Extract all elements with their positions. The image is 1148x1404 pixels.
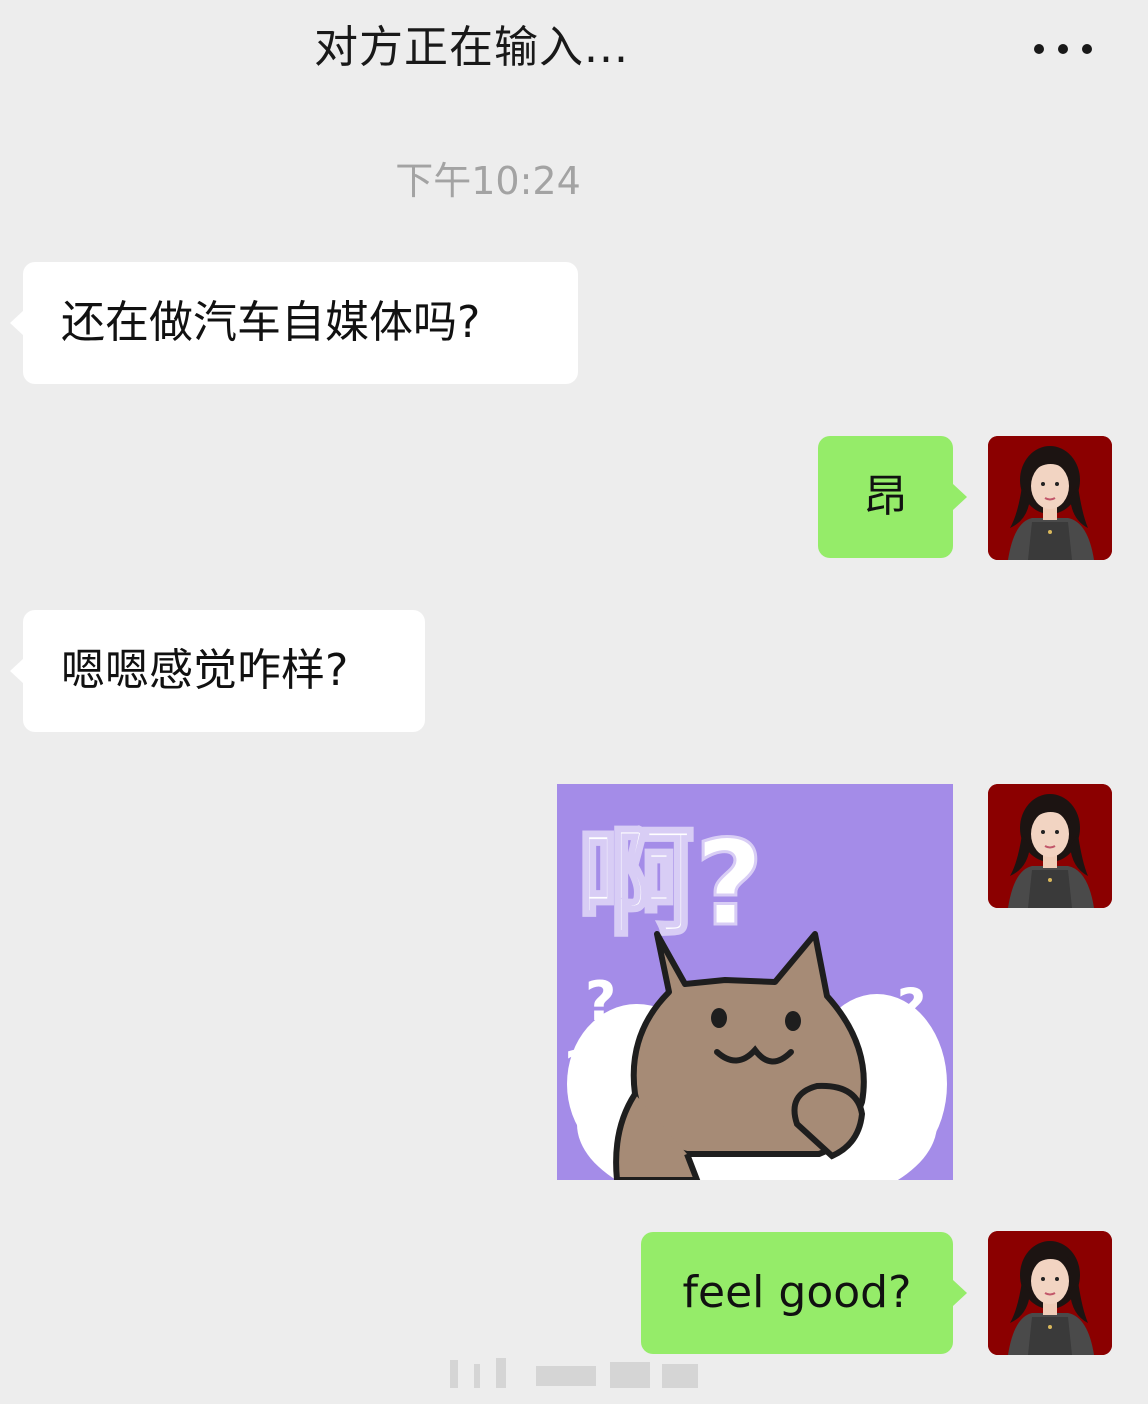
svg-text:?: ? [897, 978, 926, 1036]
watermark-icon [450, 1358, 698, 1388]
bubble-tail [10, 310, 24, 336]
incoming-message-bubble[interactable]: 还在做汽车自媒体吗? [10, 262, 578, 384]
avatar-portrait-icon [988, 784, 1112, 908]
message-timestamp: 下午10:24 [395, 159, 581, 203]
avatar-portrait-icon [988, 1231, 1112, 1355]
message-text: 嗯嗯感觉咋样? [61, 645, 349, 696]
message-text: 昂 [863, 471, 908, 522]
message-text: 还在做汽车自媒体吗? [61, 297, 481, 348]
chat-header: 对方正在输入... [0, 0, 1148, 100]
outgoing-message-bubble[interactable]: 昂 [818, 436, 967, 558]
svg-text:?: ? [913, 1044, 939, 1095]
cat-sticker-image: 啊? ? ? ? ? [557, 784, 953, 1180]
chat-title: 对方正在输入... [314, 22, 629, 73]
user-avatar[interactable] [988, 436, 1112, 560]
user-avatar[interactable] [988, 1231, 1112, 1355]
message-text: feel good? [682, 1267, 912, 1318]
bubble-tail [953, 1280, 967, 1306]
user-avatar[interactable] [988, 784, 1112, 908]
sticker-text: 啊? [577, 814, 763, 952]
sticker-message[interactable]: 啊? ? ? ? ? [557, 784, 953, 1180]
more-dots-icon[interactable] [1030, 36, 1096, 60]
bubble-tail [953, 484, 967, 510]
outgoing-message-bubble[interactable]: feel good? [641, 1232, 967, 1354]
svg-text:?: ? [565, 1041, 592, 1095]
incoming-message-bubble[interactable]: 嗯嗯感觉咋样? [10, 610, 425, 732]
bubble-tail [10, 658, 24, 684]
avatar-portrait-icon [988, 436, 1112, 560]
svg-text:?: ? [585, 970, 616, 1033]
